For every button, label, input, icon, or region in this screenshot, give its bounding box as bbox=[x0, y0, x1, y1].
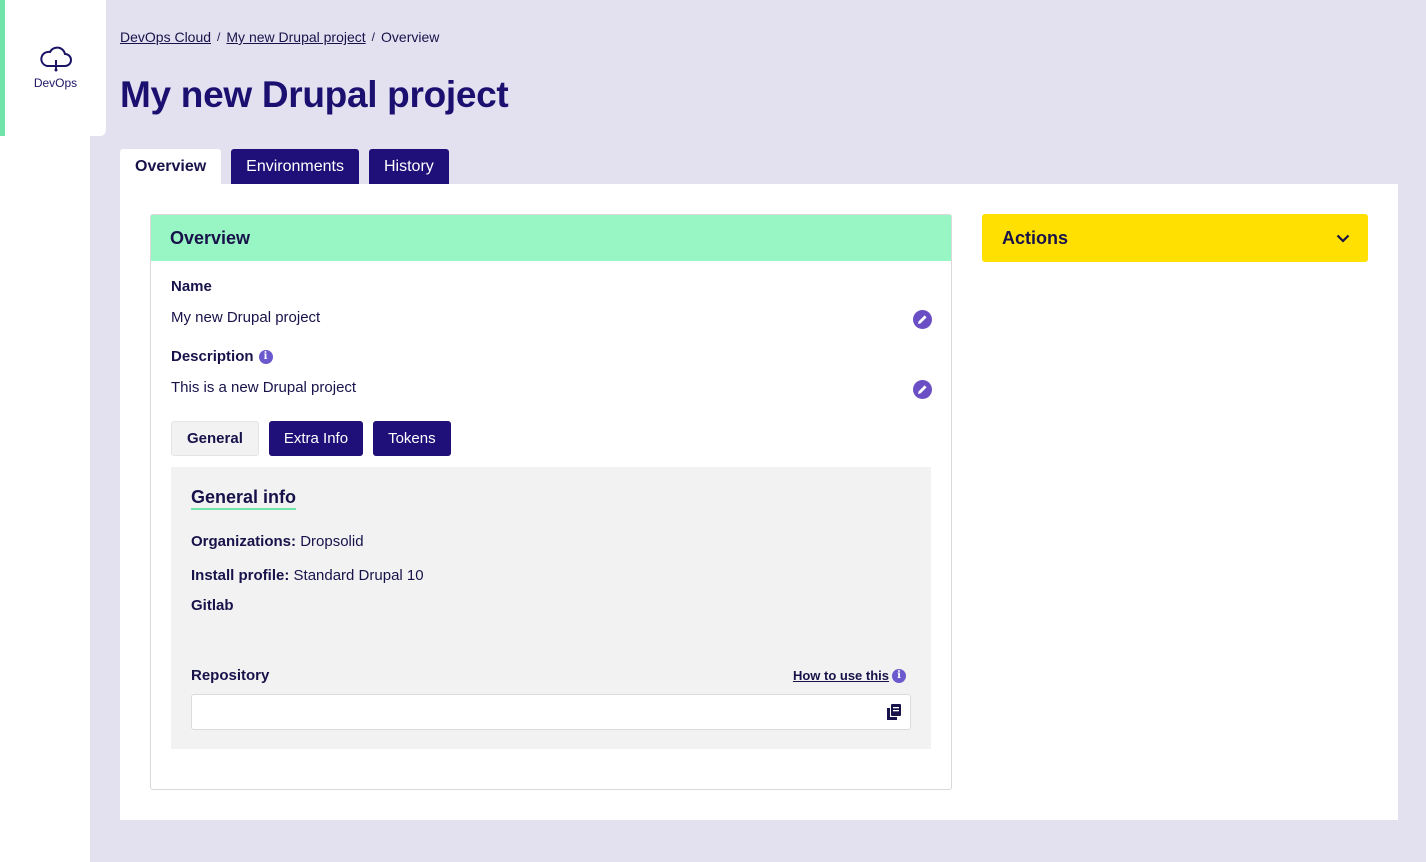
name-value: My new Drupal project bbox=[171, 309, 321, 326]
sidebar: DevOps bbox=[0, 0, 106, 862]
description-label: Description i bbox=[171, 348, 273, 365]
install-profile-value: Standard Drupal 10 bbox=[293, 567, 424, 584]
breadcrumb-link-devops-cloud[interactable]: DevOps Cloud bbox=[120, 29, 211, 45]
actions-label: Actions bbox=[1002, 227, 1069, 248]
description-value: This is a new Drupal project bbox=[171, 379, 357, 396]
how-to-use-text[interactable]: How to use this bbox=[793, 668, 889, 683]
overview-panel-header: Overview bbox=[151, 215, 951, 261]
gitlab-row: Gitlab bbox=[191, 597, 234, 614]
breadcrumb-link-project[interactable]: My new Drupal project bbox=[226, 29, 365, 45]
breadcrumb-separator: / bbox=[371, 30, 376, 44]
tab-history[interactable]: History bbox=[368, 149, 449, 184]
edit-name-button[interactable] bbox=[913, 310, 932, 329]
main-tabs: Overview Environments History bbox=[120, 149, 449, 184]
how-to-use-link[interactable]: How to use this i bbox=[793, 668, 906, 683]
organizations-value: Dropsolid bbox=[300, 533, 364, 550]
general-info-title: General info bbox=[191, 487, 297, 510]
breadcrumb-current: Overview bbox=[381, 29, 440, 45]
general-info-box: General info Organizations: Dropsolid In… bbox=[171, 467, 931, 749]
cloud-icon bbox=[39, 46, 72, 72]
subtab-tokens[interactable]: Tokens bbox=[373, 421, 451, 456]
info-icon[interactable]: i bbox=[258, 349, 273, 364]
sidebar-item-label: DevOps bbox=[33, 76, 78, 90]
page-title: My new Drupal project bbox=[120, 74, 509, 115]
overview-subtabs: General Extra Info Tokens bbox=[171, 421, 451, 456]
repository-field[interactable] bbox=[191, 694, 911, 730]
repository-label: Repository bbox=[191, 667, 270, 684]
organizations-label: Organizations: bbox=[191, 533, 297, 550]
sidebar-item-devops[interactable]: DevOps bbox=[0, 0, 106, 136]
name-label-text: Name bbox=[171, 278, 212, 295]
description-label-text: Description bbox=[171, 348, 254, 365]
overview-panel: Overview Name My new Drupal project Desc… bbox=[150, 214, 952, 790]
subtab-general[interactable]: General bbox=[171, 421, 259, 456]
name-label: Name bbox=[171, 278, 212, 295]
organizations-row: Organizations: Dropsolid bbox=[191, 533, 364, 550]
install-profile-label: Install profile: bbox=[191, 567, 290, 584]
tab-environments[interactable]: Environments bbox=[231, 149, 359, 184]
breadcrumb-separator: / bbox=[217, 30, 221, 44]
breadcrumb: DevOps Cloud / My new Drupal project / O… bbox=[120, 29, 439, 45]
content-area: Overview Name My new Drupal project Desc… bbox=[120, 184, 1398, 820]
pencil-icon bbox=[918, 385, 927, 394]
tab-overview[interactable]: Overview bbox=[120, 149, 222, 184]
copy-icon[interactable] bbox=[887, 704, 901, 720]
install-profile-row: Install profile: Standard Drupal 10 bbox=[191, 567, 424, 584]
gitlab-label: Gitlab bbox=[191, 597, 234, 614]
subtab-extra-info[interactable]: Extra Info bbox=[268, 421, 364, 456]
chevron-down-icon bbox=[1336, 234, 1350, 243]
edit-description-button[interactable] bbox=[913, 380, 932, 399]
pencil-icon bbox=[918, 315, 927, 324]
info-icon: i bbox=[892, 668, 906, 683]
actions-dropdown[interactable]: Actions bbox=[982, 214, 1368, 262]
